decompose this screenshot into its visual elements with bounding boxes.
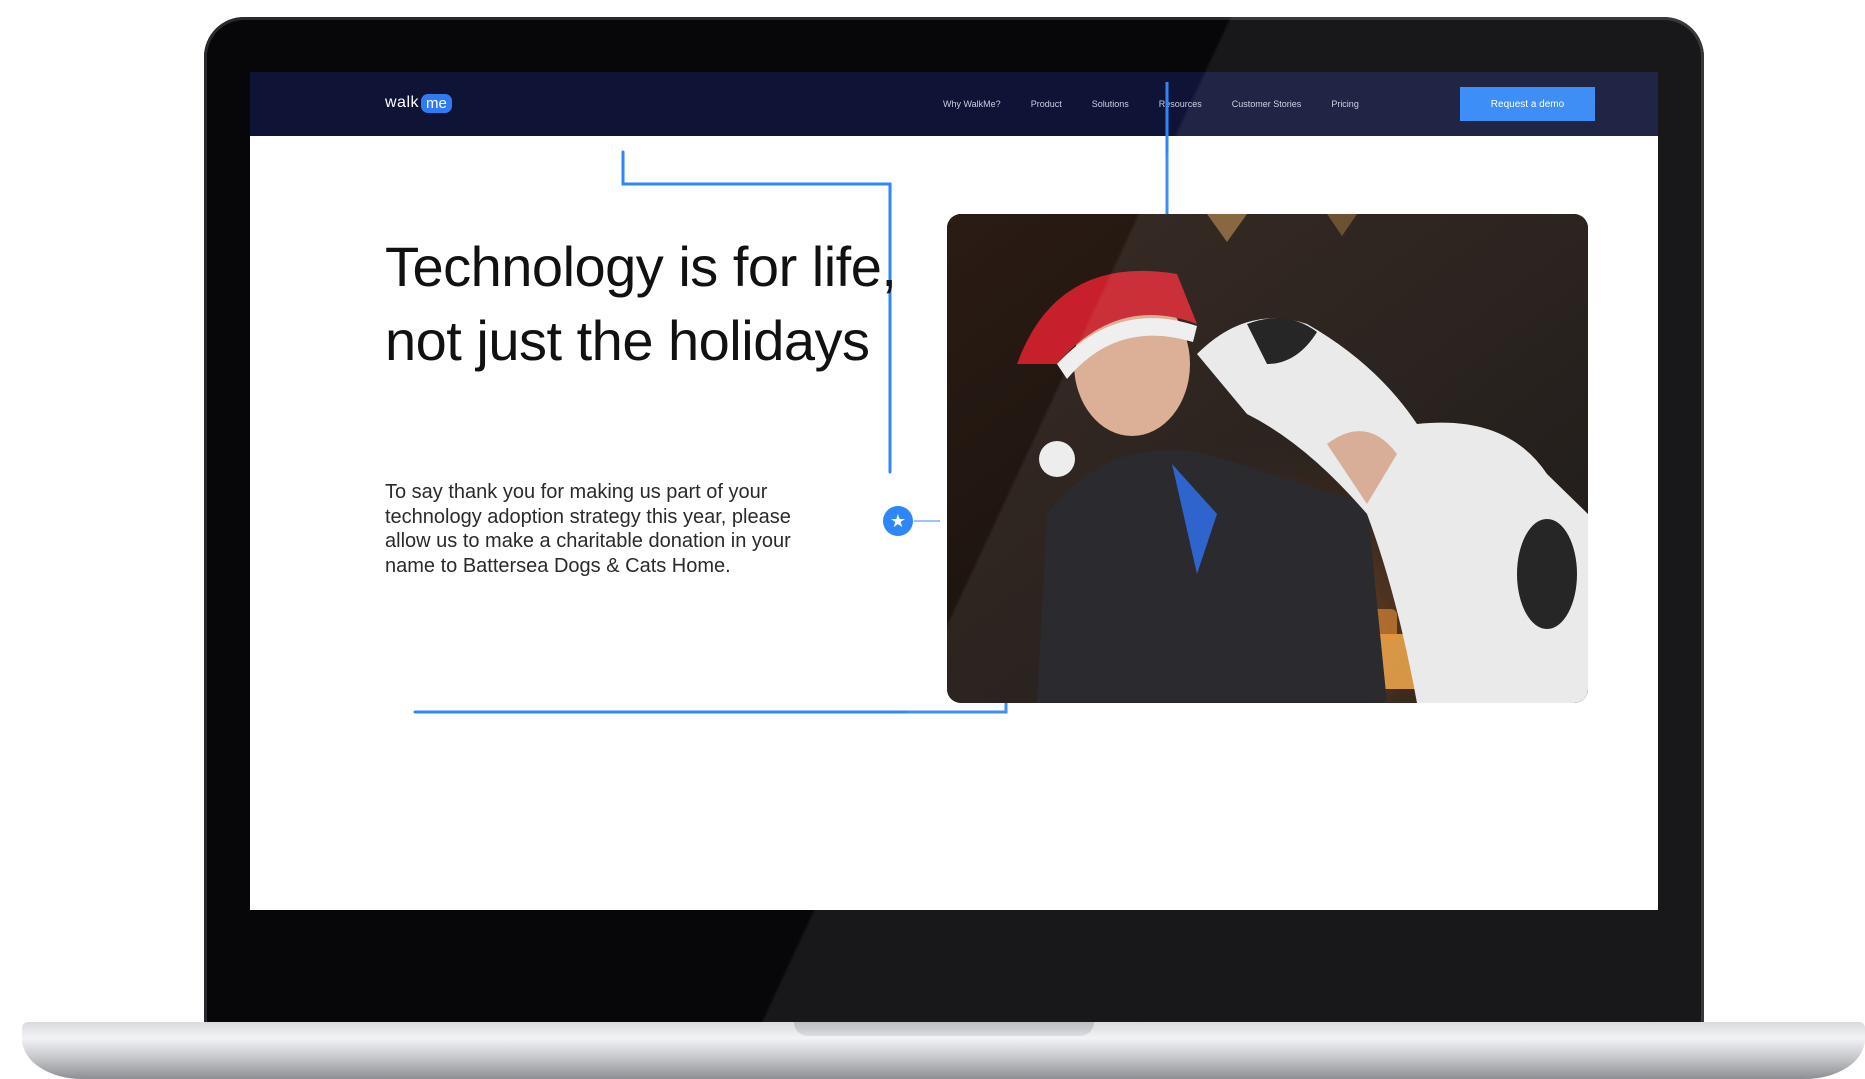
browser-screen: walk me Why WalkMe? Product Solutions Re… (250, 72, 1658, 910)
star-icon: ★ (883, 506, 913, 536)
laptop-bezel: walk me Why WalkMe? Product Solutions Re… (204, 17, 1704, 1027)
photo-illustration (947, 214, 1588, 703)
laptop-opening-notch (793, 1022, 1094, 1036)
hero-title: Technology is for life, not just the hol… (385, 235, 897, 372)
laptop-base (22, 1022, 1865, 1079)
hero-photo-woman-with-dog (947, 214, 1588, 703)
hero-description: To say thank you for making us part of y… (385, 481, 791, 577)
